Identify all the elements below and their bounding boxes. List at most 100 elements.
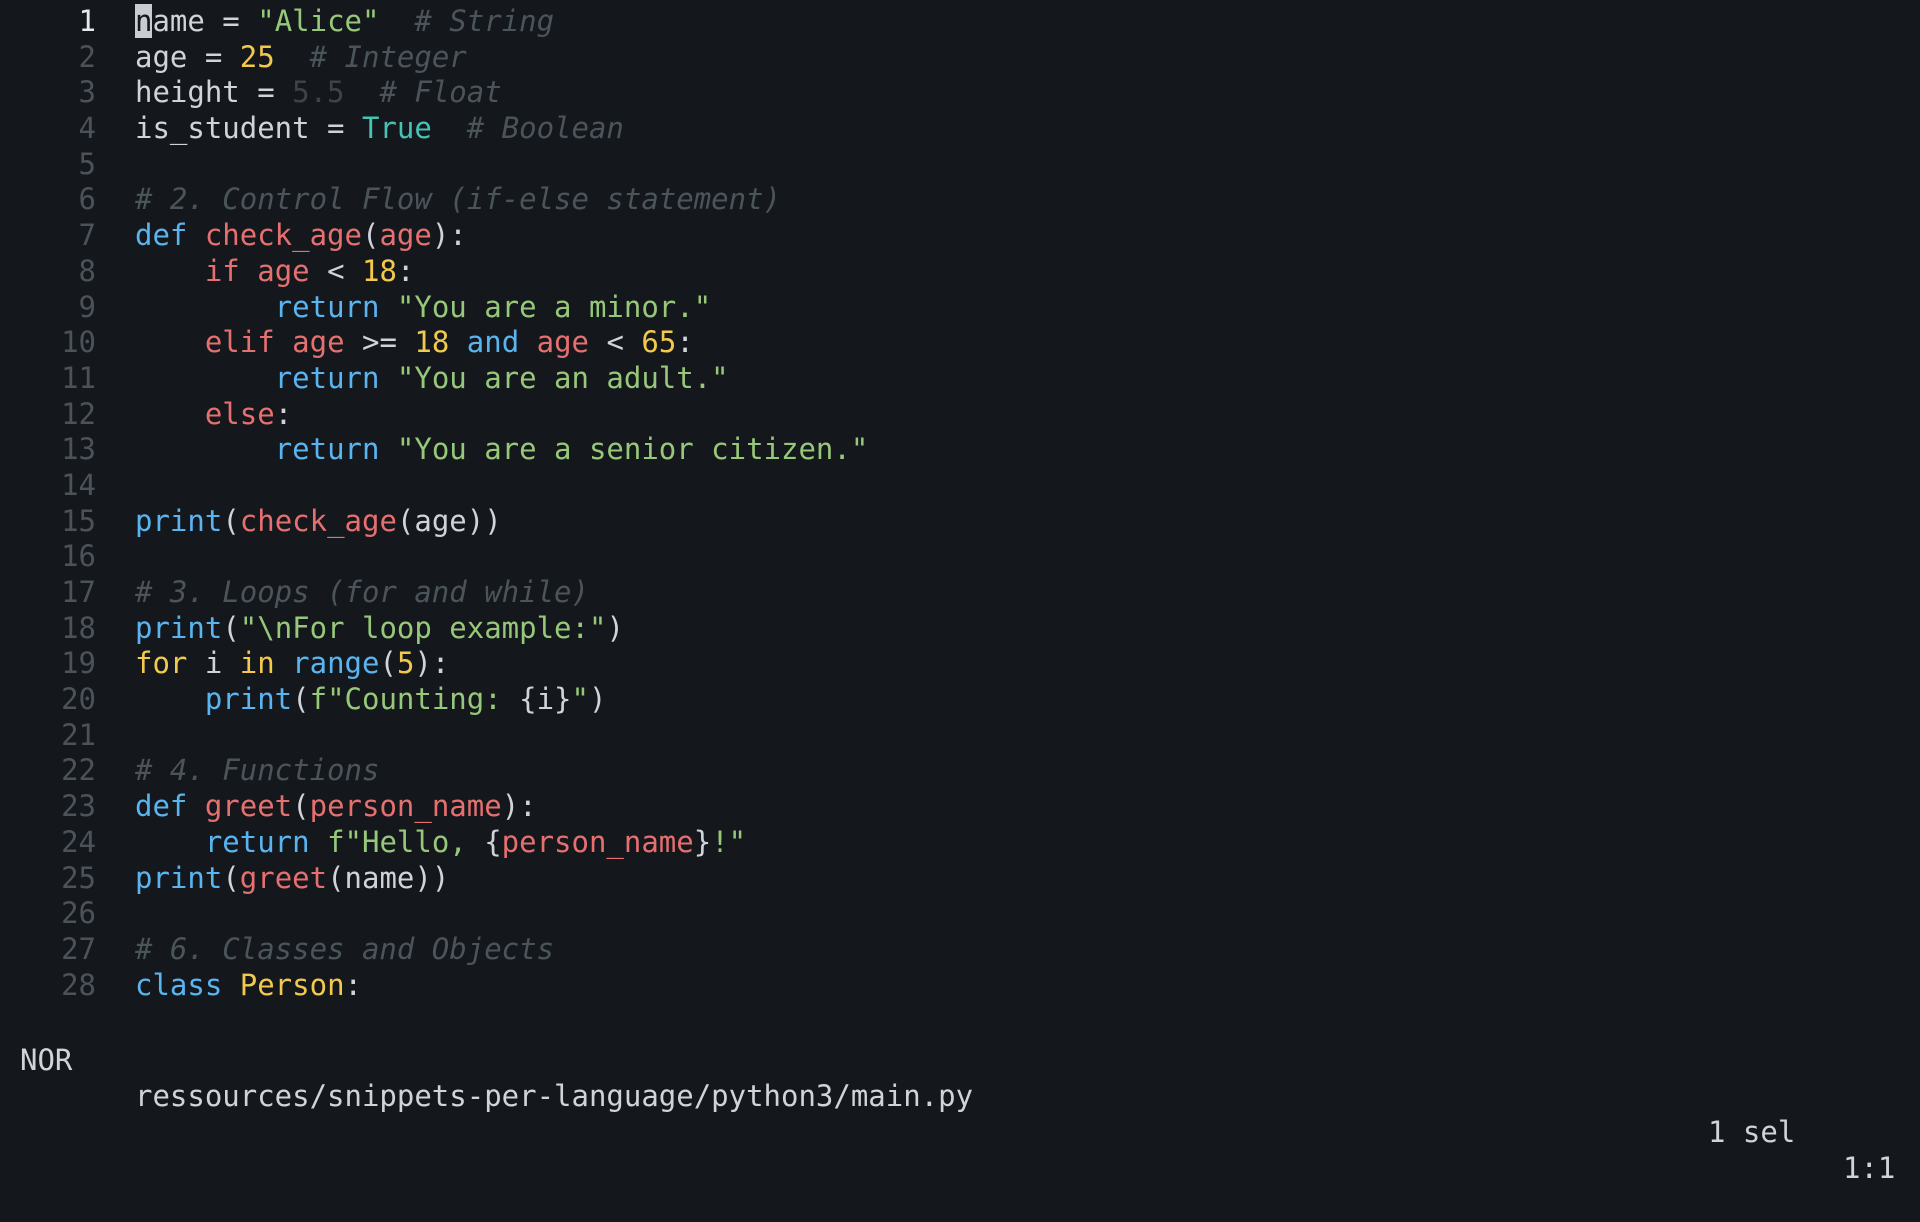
code-token: # Integer xyxy=(274,39,467,74)
line-code[interactable]: print("\nFor loop example:") xyxy=(135,611,624,647)
code-token: "You are a minor." xyxy=(396,289,712,324)
code-token: return xyxy=(274,432,397,467)
line-code[interactable]: return "You are a minor." xyxy=(135,289,712,326)
line-code[interactable]: name = "Alice" # String xyxy=(135,4,554,40)
code-token: # Boolean xyxy=(431,111,624,146)
line-code[interactable]: elif age >= 18 and age < 65: xyxy=(135,325,694,361)
code-line[interactable]: 8 if age < 18: xyxy=(0,254,1920,290)
code-token: print xyxy=(135,860,223,895)
line-number: 6 xyxy=(78,182,96,217)
code-token: age xyxy=(536,325,590,360)
code-token: ( xyxy=(379,646,397,681)
code-line[interactable]: 19 for i in range(5): xyxy=(0,646,1920,682)
code-token: print xyxy=(204,682,293,717)
code-token: } xyxy=(693,824,712,859)
line-code[interactable]: else: xyxy=(135,397,292,433)
line-code[interactable]: age = 25 # Integer xyxy=(135,40,467,76)
code-line[interactable]: 28 class Person: xyxy=(0,968,1920,1004)
code-token: greet xyxy=(204,789,293,824)
code-line[interactable]: 3 height = 5.5 # Float xyxy=(0,75,1920,111)
line-code[interactable]: print(f"Counting: {i}") xyxy=(135,682,607,718)
code-editor[interactable]: 1 name = "Alice" # String 2 age = 25 # Inte… xyxy=(0,0,1920,1185)
line-code[interactable]: # 2. Control Flow (if-else statement) xyxy=(135,182,781,218)
code-line[interactable]: 9 return "You are a minor." xyxy=(0,290,1920,326)
code-line[interactable]: 6 # 2. Control Flow (if-else statement) xyxy=(0,182,1920,218)
line-code[interactable]: height = 5.5 # Float xyxy=(135,75,502,111)
code-line[interactable]: 20 print(f"Counting: {i}") xyxy=(0,682,1920,718)
code-line[interactable]: 13 return "You are a senior citizen." xyxy=(0,432,1920,468)
code-line[interactable]: 7 def check_age(age): xyxy=(0,218,1920,254)
code-token: (name)) xyxy=(327,860,450,895)
code-token: person_name xyxy=(309,789,502,824)
line-number: 22 xyxy=(61,753,96,788)
line-code[interactable]: # 3. Loops (for and while) xyxy=(135,575,589,611)
code-line[interactable]: 14 xyxy=(0,468,1920,504)
code-line[interactable]: 1 name = "Alice" # String xyxy=(0,4,1920,40)
code-line[interactable]: 25 print(greet(name)) xyxy=(0,861,1920,897)
line-code[interactable]: def greet(person_name): xyxy=(135,789,537,825)
code-line[interactable]: 22 # 4. Functions xyxy=(0,753,1920,789)
code-token: 5.5 xyxy=(292,75,345,110)
code-token: for xyxy=(135,646,205,681)
line-number: 23 xyxy=(61,789,96,824)
line-code[interactable]: is_student = True # Boolean xyxy=(135,111,624,147)
code-token: elif xyxy=(204,325,293,360)
line-number: 3 xyxy=(78,75,96,110)
code-line[interactable]: 12 else: xyxy=(0,397,1920,433)
code-line[interactable]: 2 age = 25 # Integer xyxy=(0,40,1920,76)
code-line[interactable]: 26 xyxy=(0,896,1920,932)
line-number: 16 xyxy=(61,539,96,574)
selection-count: 1 sel xyxy=(1708,1115,1796,1149)
code-token: !" xyxy=(711,824,747,859)
code-token: # 6. Classes and Objects xyxy=(135,931,555,966)
line-number: 4 xyxy=(78,111,96,146)
code-line[interactable]: 10 elif age >= 18 and age < 65: xyxy=(0,325,1920,361)
code-token: check_age xyxy=(204,218,362,253)
line-code[interactable]: if age < 18: xyxy=(135,253,415,290)
code-token: # String xyxy=(379,4,555,38)
line-number: 10 xyxy=(61,325,96,360)
code-token: f"Counting: xyxy=(309,682,520,717)
code-line[interactable]: 21 xyxy=(0,718,1920,754)
code-line[interactable]: 27 # 6. Classes and Objects xyxy=(0,932,1920,968)
line-code[interactable]: print(check_age(age)) xyxy=(135,504,502,540)
line-number: 7 xyxy=(78,218,96,253)
editor-lines[interactable]: 1 name = "Alice" # String 2 age = 25 # Inte… xyxy=(0,4,1920,1003)
line-code[interactable]: # 4. Functions xyxy=(135,753,379,789)
line-code[interactable]: for i in range(5): xyxy=(135,646,449,682)
code-token: True xyxy=(361,111,432,146)
line-code[interactable]: return "You are a senior citizen." xyxy=(135,432,869,468)
code-line[interactable]: 4 is_student = True # Boolean xyxy=(0,111,1920,147)
line-code[interactable]: class Person: xyxy=(135,968,362,1004)
code-token: age xyxy=(292,325,345,360)
line-number: 12 xyxy=(61,396,96,431)
code-line[interactable]: 11 return "You are an adult." xyxy=(0,361,1920,397)
code-line[interactable]: 18 print("\nFor loop example:") xyxy=(0,611,1920,647)
line-number: 9 xyxy=(78,289,96,324)
code-token: ( xyxy=(292,682,310,717)
code-token: 25 xyxy=(239,39,275,74)
line-code[interactable]: def check_age(age): xyxy=(135,218,467,254)
code-line[interactable]: 16 xyxy=(0,539,1920,575)
line-code[interactable]: return f"Hello, {person_name}!" xyxy=(135,825,746,861)
code-line[interactable]: 5 xyxy=(0,147,1920,183)
line-code[interactable]: # 6. Classes and Objects xyxy=(135,932,554,968)
code-token: 65 xyxy=(641,325,677,360)
code-line[interactable]: 15 print(check_age(age)) xyxy=(0,504,1920,540)
line-number: 15 xyxy=(61,503,96,538)
code-line[interactable]: 23 def greet(person_name): xyxy=(0,789,1920,825)
code-token: f"Hello, xyxy=(327,824,485,859)
line-code[interactable]: return "You are an adult." xyxy=(135,361,729,397)
code-line[interactable]: 17 # 3. Loops (for and while) xyxy=(0,575,1920,611)
code-line[interactable]: 24 return f"Hello, {person_name}!" xyxy=(0,825,1920,861)
line-number: 18 xyxy=(61,610,96,645)
code-token: if xyxy=(204,253,258,288)
code-token: range xyxy=(292,646,380,681)
line-code[interactable]: print(greet(name)) xyxy=(135,861,449,897)
code-token: ): xyxy=(414,646,450,681)
code-token: "\nFor loop example:" xyxy=(239,610,607,645)
